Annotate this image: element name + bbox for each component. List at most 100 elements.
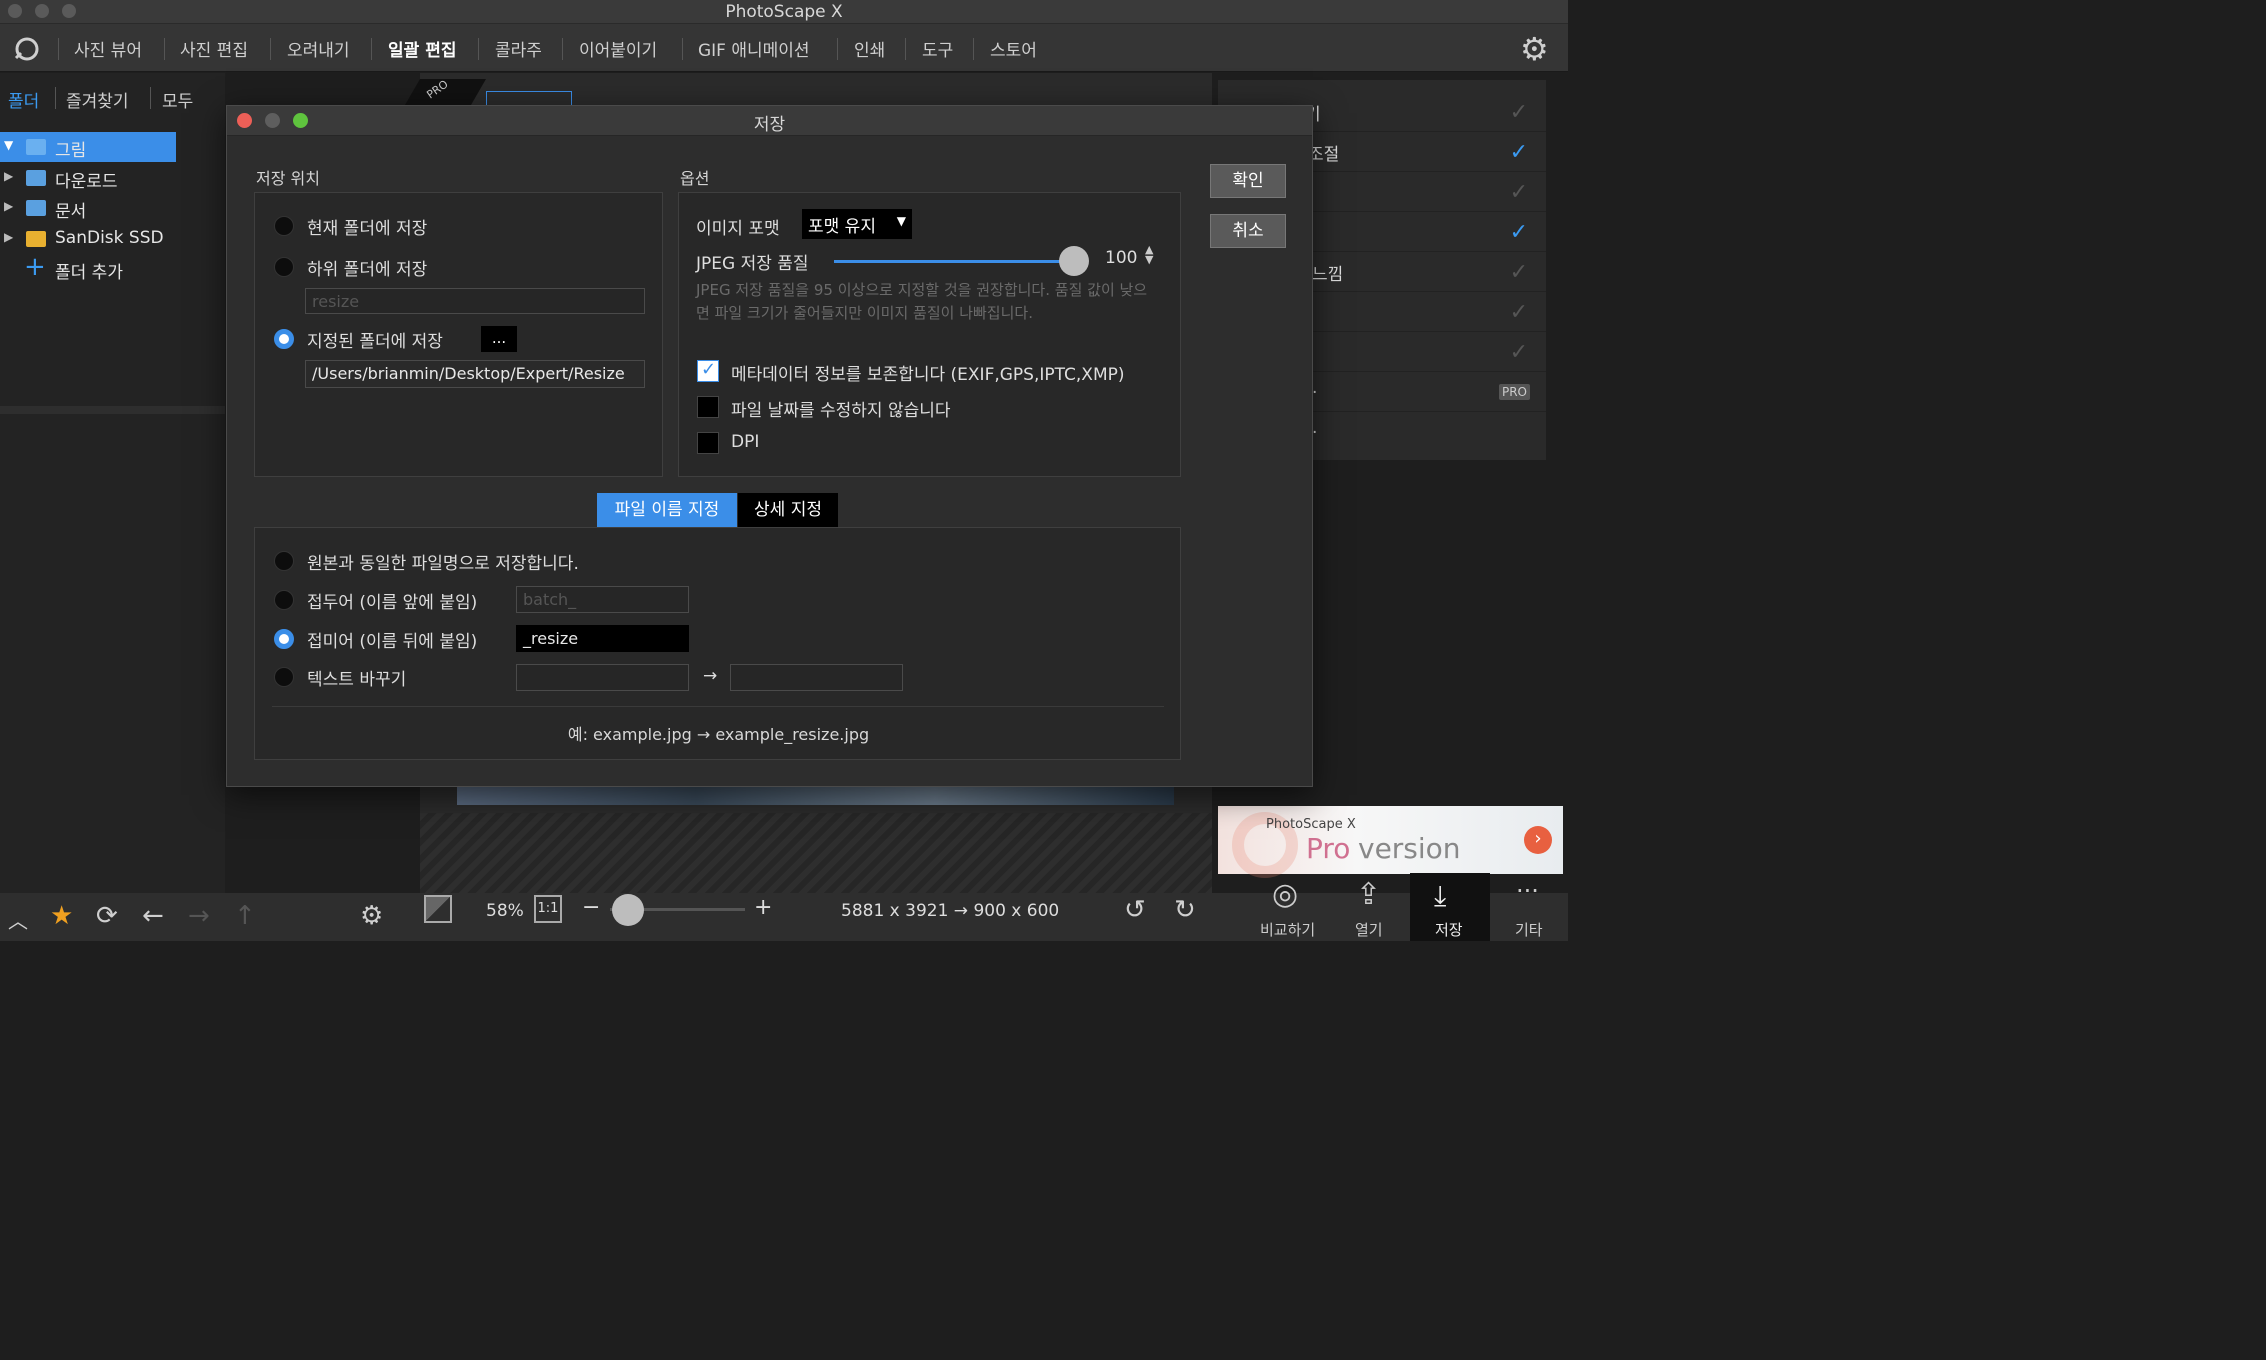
rotate-right-icon[interactable]: ↻ [1174, 895, 1196, 925]
tree-item-downloads[interactable]: ▶ 다운로드 [0, 163, 225, 193]
tab-all[interactable]: 모두 [162, 87, 193, 112]
check-icon: ✓ [1509, 100, 1528, 125]
prefix-input[interactable]: batch_ [516, 586, 689, 613]
actual-size-button[interactable]: 1:1 [534, 895, 562, 923]
pro-badge: PRO [1498, 384, 1530, 400]
jpeg-quality-hint: JPEG 저장 품질을 95 이상으로 지정할 것을 권장합니다. 품질 값이 … [696, 281, 1148, 322]
settings-gear-icon[interactable]: ⚙ [1520, 30, 1549, 68]
tab-folders[interactable]: 폴더 [8, 87, 39, 112]
expand-arrow-icon[interactable]: ▶ [4, 230, 13, 244]
preserve-metadata-label: 메타데이터 정보를 보존합니다 (EXIF,GPS,IPTC,XMP) [731, 365, 1125, 385]
expand-arrow-icon[interactable]: ▼ [4, 138, 13, 152]
nav-photo-editor[interactable]: 사진 편집 [180, 36, 248, 61]
radio-subfolder[interactable] [274, 257, 294, 277]
ok-button[interactable]: 확인 [1210, 164, 1286, 198]
nav-store[interactable]: 스토어 [990, 36, 1037, 61]
tree-item-documents[interactable]: ▶ 문서 [0, 193, 225, 223]
ad-brand: PhotoScape X [1266, 817, 1356, 832]
bottom-toolbar: ︿ ★ ⟳ ← → ↑ ⚙ 58% 1:1 − + 5881 x 3921 → … [0, 873, 1568, 941]
expand-arrow-icon[interactable]: ▶ [4, 199, 13, 213]
zoom-in-button[interactable]: + [754, 895, 772, 920]
checkbox-keep-file-date[interactable] [697, 396, 719, 418]
tab-detail-settings[interactable]: 상세 지정 [738, 493, 838, 527]
folder-path-input[interactable]: /Users/brianmin/Desktop/Expert/Resize [305, 360, 645, 388]
more-button[interactable]: ··· 기타 [1500, 877, 1560, 941]
download-folder-icon [26, 170, 46, 186]
radio-prefix[interactable] [274, 590, 294, 610]
nav-photo-viewer[interactable]: 사진 뷰어 [74, 36, 142, 61]
check-icon: ✓ [1509, 180, 1528, 205]
arrow-right-icon[interactable]: → [188, 901, 210, 931]
checkbox-preserve-metadata[interactable]: ✓ [697, 359, 719, 382]
add-folder-item[interactable]: + 폴더 추가 [0, 252, 225, 284]
replace-to-input[interactable] [730, 664, 903, 691]
keep-file-date-label: 파일 날짜를 수정하지 않습니다 [731, 401, 951, 421]
checkmark-icon: ✓ [701, 359, 717, 380]
main-nav: 사진 뷰어 사진 편집 오려내기 일괄 편집 콜라주 이어붙이기 GIF 애니메… [0, 24, 1568, 72]
arrow-up-icon[interactable]: ↑ [234, 901, 256, 931]
check-icon: ✓ [1509, 140, 1528, 165]
nav-print[interactable]: 인쇄 [854, 36, 885, 61]
dialog-title: 저장 [753, 115, 786, 135]
tab-favorites[interactable]: 즐겨찾기 [66, 87, 129, 112]
panel-divider[interactable] [0, 406, 225, 414]
nav-combine[interactable]: 이어붙이기 [579, 36, 657, 61]
rotate-left-icon[interactable]: ↺ [1124, 895, 1146, 925]
radio-specified-folder[interactable] [274, 329, 294, 349]
window-titlebar: PhotoScape X [0, 0, 1568, 24]
check-icon: ✓ [1509, 220, 1528, 245]
chevron-up-icon[interactable]: ︿ [8, 905, 28, 934]
filename-example: 예: example.jpg → example_resize.jpg [567, 725, 870, 744]
save-button[interactable]: ⤓ 저장 [1410, 873, 1490, 941]
radio-suffix[interactable] [274, 629, 294, 649]
suffix-input[interactable]: _resize [516, 625, 689, 652]
tab-file-naming[interactable]: 파일 이름 지정 [597, 493, 737, 527]
tree-item-pictures[interactable]: ▼ 그림 [0, 132, 176, 162]
file-naming-group: 원본과 동일한 파일명으로 저장합니다. 접두어 (이름 앞에 붙임) batc… [254, 527, 1181, 760]
compare-button[interactable]: ◎ 비교하기 [1250, 877, 1330, 941]
nav-collage[interactable]: 콜라주 [495, 36, 542, 61]
nav-tools[interactable]: 도구 [922, 36, 953, 61]
image-format-value: 포맷 유지 [808, 217, 876, 237]
settings-gear-icon[interactable]: ⚙ [360, 901, 383, 931]
image-format-select[interactable]: 포맷 유지 ▼ [802, 209, 912, 239]
zoom-slider-thumb[interactable] [611, 894, 644, 926]
browse-folder-button[interactable]: ... [481, 326, 517, 352]
quality-stepper-icon[interactable]: ▲ ▼ [1145, 244, 1153, 265]
app-title: PhotoScape X [725, 2, 843, 22]
nav-batch-edit[interactable]: 일괄 편집 [388, 36, 456, 61]
radio-current-folder[interactable] [274, 216, 294, 236]
check-icon: ✓ [1509, 300, 1528, 325]
open-button[interactable]: ⇪ 열기 [1340, 877, 1400, 941]
check-icon: ✓ [1509, 260, 1528, 285]
arrow-left-icon[interactable]: ← [142, 901, 164, 931]
zoom-out-button[interactable]: − [582, 895, 600, 920]
replace-from-input[interactable] [516, 664, 689, 691]
save-dialog: 저장 저장 위치 현재 폴더에 저장 하위 폴더에 저장 resize 지정된 … [226, 105, 1313, 787]
options-heading: 옵션 [680, 169, 710, 188]
left-panel: 폴더 즐겨찾기 모두 ▼ 그림 ▶ 다운로드 ▶ 문서 ▶ SanDisk SS… [0, 73, 225, 893]
pro-version-ad[interactable]: PhotoScape X Pro version › [1218, 806, 1563, 878]
nav-gif-animation[interactable]: GIF 애니메이션 [698, 36, 810, 61]
star-icon[interactable]: ★ [50, 901, 73, 931]
ad-version: version [1358, 832, 1461, 865]
tree-item-sandisk[interactable]: ▶ SanDisk SSD [0, 224, 225, 254]
compare-icon: ◎ [1272, 877, 1299, 912]
ad-arrow-icon[interactable]: › [1524, 826, 1552, 854]
refresh-icon[interactable]: ⟳ [96, 901, 118, 931]
radio-replace-text[interactable] [274, 667, 294, 687]
photoscape-logo-icon[interactable] [12, 36, 42, 62]
jpeg-quality-value[interactable]: 100 [1105, 248, 1137, 268]
jpeg-quality-slider[interactable] [834, 260, 1074, 263]
image-thumbnail-strip [457, 785, 1174, 805]
nav-cut-out[interactable]: 오려내기 [287, 36, 350, 61]
expand-arrow-icon[interactable]: ▶ [4, 169, 13, 183]
radio-suffix-label: 접미어 (이름 뒤에 붙임) [307, 632, 478, 652]
radio-same-filename[interactable] [274, 551, 294, 571]
compare-split-icon[interactable] [424, 895, 452, 923]
checkbox-dpi[interactable] [697, 432, 719, 454]
subfolder-name-input[interactable]: resize [305, 288, 645, 314]
jpeg-quality-slider-thumb[interactable] [1059, 246, 1089, 276]
more-dots-icon: ··· [1516, 877, 1539, 905]
cancel-button[interactable]: 취소 [1210, 214, 1286, 248]
